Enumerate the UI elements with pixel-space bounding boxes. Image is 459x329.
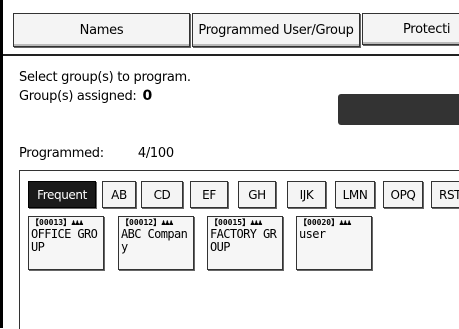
- index-key-gh[interactable]: GH: [238, 181, 276, 208]
- group-entry-button[interactable]: 【00015】♟♟♟ FACTORY GROUP: [207, 216, 283, 270]
- programmed-label: Programmed:: [19, 146, 104, 161]
- entry-code: 【00013】: [31, 218, 72, 227]
- groups-assigned-label: Group(s) assigned:: [19, 89, 137, 104]
- group-icon: ♟♟♟: [339, 218, 351, 227]
- entry-name: ABC Company: [121, 227, 188, 254]
- group-entry-button[interactable]: 【00012】♟♟♟ ABC Company: [118, 216, 194, 270]
- tab-protection[interactable]: Protecti: [362, 13, 459, 45]
- index-key-ab[interactable]: AB: [102, 181, 136, 208]
- address-book-screen: Names Programmed User/Group Protecti Sel…: [0, 0, 459, 329]
- entry-code: 【00012】: [121, 218, 162, 227]
- group-entry-button[interactable]: 【00020】♟♟♟ user: [296, 216, 372, 270]
- group-list-panel: Frequent AB CD EF GH IJK LMN OPQ RST 【00…: [19, 170, 459, 329]
- group-icon: ♟♟♟: [161, 218, 173, 227]
- group-entry-button[interactable]: 【00013】♟♟♟ OFFICE GROUP: [28, 216, 104, 270]
- index-key-rst[interactable]: RST: [431, 181, 459, 208]
- group-icon: ♟♟♟: [250, 218, 262, 227]
- group-icon: ♟♟♟: [71, 218, 83, 227]
- programmed-status: Programmed: 4/100: [19, 146, 174, 161]
- index-key-cd[interactable]: CD: [141, 181, 183, 208]
- tab-programmed-user-group[interactable]: Programmed User/Group: [192, 13, 360, 47]
- index-key-frequent[interactable]: Frequent: [28, 181, 96, 208]
- groups-assigned: Group(s) assigned: 0: [19, 88, 152, 105]
- entry-name: OFFICE GROUP: [31, 227, 98, 254]
- index-key-opq[interactable]: OPQ: [383, 181, 423, 208]
- programmed-value: 4/100: [137, 146, 174, 161]
- tab-names[interactable]: Names: [13, 13, 190, 47]
- entry-name: FACTORY GROUP: [210, 227, 277, 254]
- entry-code: 【00015】: [210, 218, 251, 227]
- entry-code: 【00020】: [299, 218, 340, 227]
- entry-name: user: [299, 227, 326, 241]
- index-key-ijk[interactable]: IJK: [287, 181, 326, 208]
- instruction-text: Select group(s) to program.: [19, 70, 191, 85]
- index-key-ef[interactable]: EF: [190, 181, 228, 208]
- groups-assigned-count: 0: [142, 88, 152, 104]
- divider: [3, 54, 459, 56]
- frame-border: [0, 0, 3, 328]
- selected-display-box: [338, 94, 459, 125]
- index-key-lmn[interactable]: LMN: [335, 181, 375, 208]
